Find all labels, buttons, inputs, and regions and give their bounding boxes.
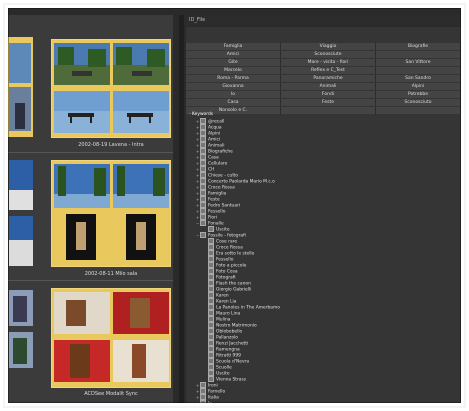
tag-button[interactable]: Fondi bbox=[281, 91, 376, 98]
divider bbox=[7, 280, 173, 281]
checkbox[interactable] bbox=[200, 400, 206, 406]
tag-button[interactable]: Viaggio bbox=[281, 43, 376, 50]
tag-row: Famiglia Viaggio Biografie bbox=[186, 43, 461, 50]
properties-panel[interactable]: Famiglia Viaggio Biografie Amici Sconosciute… bbox=[186, 27, 461, 406]
tree-root[interactable]: −Keywords bbox=[188, 111, 213, 117]
tag-row: Marcelo Reflex e C_Test bbox=[186, 67, 461, 74]
tag-button[interactable] bbox=[376, 107, 461, 114]
tag-button[interactable]: Giovanna bbox=[186, 83, 281, 90]
tag-button[interactable]: Sconosciuto bbox=[376, 99, 461, 106]
tag-button[interactable]: Mare - visita - fiori bbox=[281, 59, 376, 66]
tag-button[interactable]: Feste bbox=[281, 99, 376, 106]
tag-button[interactable]: Gite bbox=[186, 59, 281, 66]
tag-button[interactable]: Alpini bbox=[376, 83, 461, 90]
thumb-image[interactable] bbox=[9, 43, 31, 133]
tag-button[interactable]: Casa bbox=[186, 99, 281, 106]
tag-button[interactable]: Roma - Parma bbox=[186, 75, 281, 82]
tree-root-label: Keywords bbox=[192, 112, 214, 117]
tag-button[interactable]: Animali bbox=[281, 83, 376, 90]
tree-item-label: Io bbox=[208, 401, 212, 407]
tag-row: Casa Feste Sconosciuto bbox=[186, 99, 461, 106]
tag-button[interactable]: Potrebbe bbox=[376, 91, 461, 98]
tag-row: Gite Mare - visita - fiori San Vittore bbox=[186, 59, 461, 66]
group-caption: ACDSee Modalit Sync bbox=[84, 391, 138, 397]
tag-row: Roma - Parma Panoramiche San Sandro bbox=[186, 75, 461, 82]
thumb-images[interactable] bbox=[54, 292, 169, 384]
tag-button[interactable]: Panoramiche bbox=[281, 75, 376, 82]
thumbnail-browser[interactable]: 2002-08-19 Lavena - Intra 2002-08-11 Mil… bbox=[7, 15, 177, 406]
group-caption: 2002-08-11 Milo sala bbox=[84, 271, 138, 277]
tag-button[interactable]: Io bbox=[186, 91, 281, 98]
tag-button[interactable]: San Vittore bbox=[376, 59, 461, 66]
vertical-scrollbar[interactable] bbox=[173, 15, 177, 406]
tag-button[interactable] bbox=[376, 67, 461, 74]
tag-button[interactable]: Marcelo bbox=[186, 67, 281, 74]
tree-item[interactable]: + Io bbox=[196, 400, 212, 406]
tag-row: Io Fondi Potrebbe bbox=[186, 91, 461, 98]
thumb-images[interactable] bbox=[54, 164, 169, 264]
thumb-images[interactable] bbox=[54, 43, 169, 135]
tag-row: Amici Sconosciute bbox=[186, 51, 461, 58]
tag-button[interactable]: Sconosciute bbox=[281, 51, 376, 58]
panel-title: ID_File bbox=[189, 17, 206, 23]
tag-button[interactable]: San Sandro bbox=[376, 75, 461, 82]
group-caption: 2002-08-19 Lavena - Intra bbox=[78, 142, 144, 148]
panel-header: ID_File bbox=[186, 15, 461, 25]
thumb-image[interactable] bbox=[9, 290, 33, 370]
panel-splitter[interactable] bbox=[179, 15, 184, 406]
app-window: 2002-08-19 Lavena - Intra 2002-08-11 Mil… bbox=[3, 3, 466, 408]
tag-row: Nonsolo e C. bbox=[186, 107, 461, 114]
tag-button[interactable]: Famiglia bbox=[186, 43, 281, 50]
divider bbox=[7, 152, 173, 153]
tag-button[interactable] bbox=[281, 107, 376, 114]
thumb-image[interactable] bbox=[9, 160, 33, 270]
tag-button[interactable]: Reflex e C_Test bbox=[281, 67, 376, 74]
tag-button[interactable] bbox=[376, 51, 461, 58]
tree-item-label: Vienna Strass bbox=[216, 377, 247, 383]
tag-row: Giovanna Animali Alpini bbox=[186, 83, 461, 90]
tag-button[interactable]: Biografie bbox=[376, 43, 461, 50]
tag-button[interactable]: Amici bbox=[186, 51, 281, 58]
